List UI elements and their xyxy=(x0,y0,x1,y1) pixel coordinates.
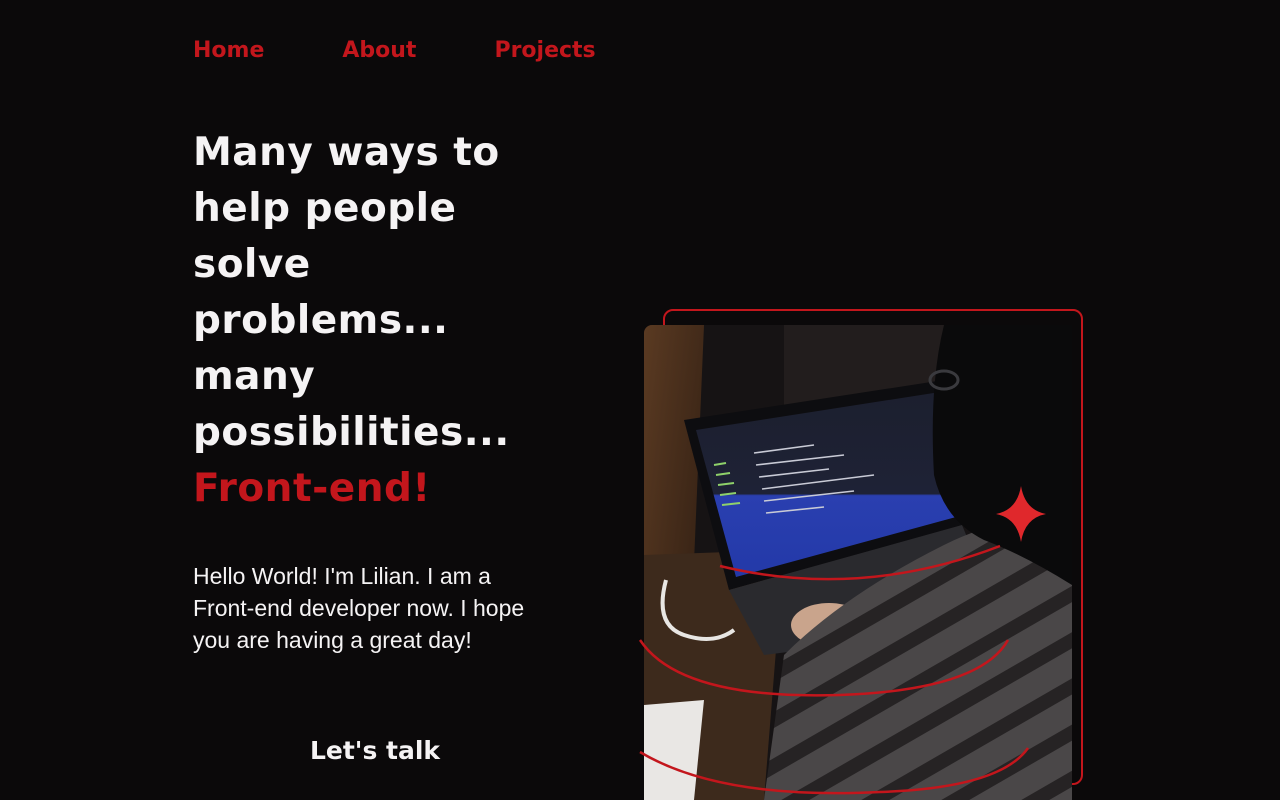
swirl-line xyxy=(719,544,1001,581)
four-point-star-icon xyxy=(996,486,1046,542)
headline-line: help people xyxy=(193,186,457,231)
headline-line: many xyxy=(193,354,316,399)
headline-line: possibilities... xyxy=(193,410,510,455)
headline-accent: Front-end! xyxy=(193,466,431,511)
headline-line: problems... xyxy=(193,298,449,343)
decorative-swirl-overlay xyxy=(638,486,1046,795)
intro-text: Hello World! I'm Lilian. I am a Front-en… xyxy=(193,563,525,653)
swirl-line xyxy=(638,639,1010,697)
nav-link-about[interactable]: About xyxy=(342,38,416,63)
portfolio-page: Home About Projects Many ways to help pe… xyxy=(0,0,1280,800)
nav-link-home[interactable]: Home xyxy=(193,38,264,63)
nav-link-projects[interactable]: Projects xyxy=(494,38,595,63)
headline-line: Many ways to xyxy=(193,130,500,175)
main-nav: Home About Projects xyxy=(193,33,674,67)
swirl-line xyxy=(639,747,1030,795)
lets-talk-button[interactable]: Let's talk xyxy=(250,728,500,772)
headline-line: solve xyxy=(193,242,311,287)
hero-headline: Many ways to help people solve problems.… xyxy=(193,125,573,517)
